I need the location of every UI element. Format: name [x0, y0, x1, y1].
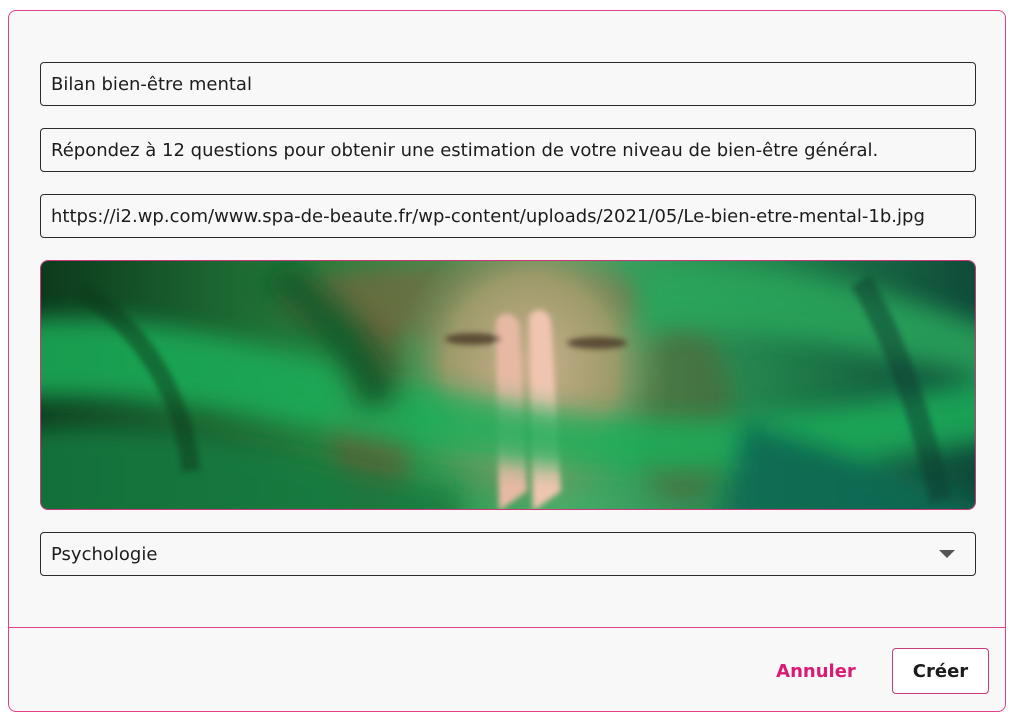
image-url-input[interactable] — [40, 194, 976, 238]
create-quiz-dialog: Psychologie Annuler Créer — [8, 10, 1006, 712]
image-preview — [40, 260, 976, 510]
title-input[interactable] — [40, 62, 976, 106]
cancel-button[interactable]: Annuler — [763, 649, 869, 693]
footer-divider — [9, 627, 1005, 628]
category-select[interactable]: Psychologie — [40, 532, 976, 576]
create-button[interactable]: Créer — [892, 648, 989, 694]
description-input[interactable] — [40, 128, 976, 172]
category-select-value: Psychologie — [51, 543, 158, 565]
chevron-down-icon — [939, 550, 955, 558]
